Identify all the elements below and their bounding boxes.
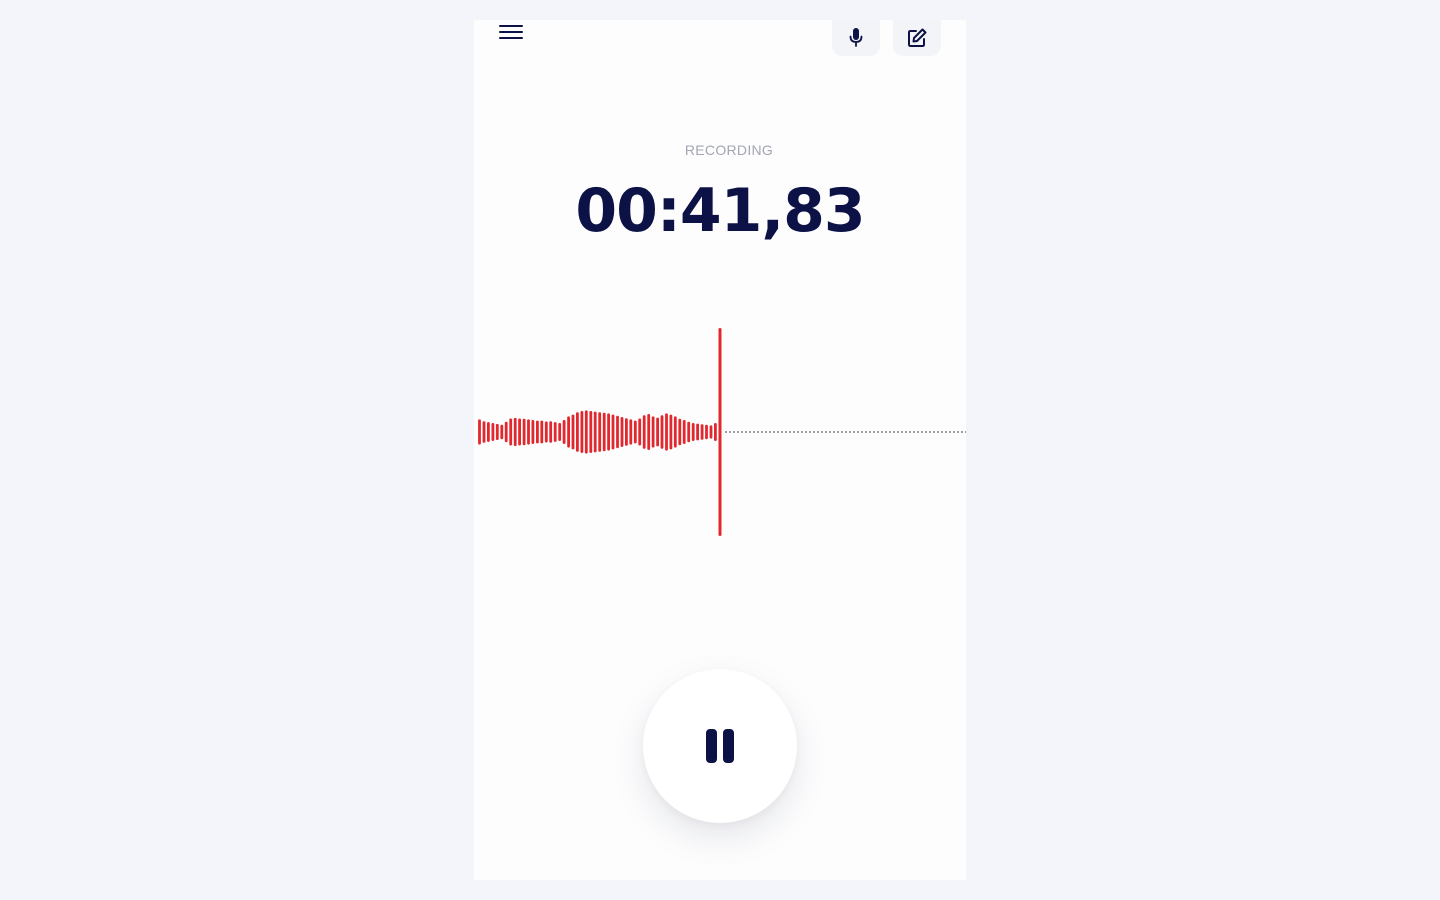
- waveform-bar: [660, 415, 664, 449]
- waveform-bar: [504, 421, 508, 443]
- waveform-bar: [527, 419, 530, 445]
- waveform-bar: [522, 418, 526, 446]
- waveform-bar: [647, 414, 651, 450]
- waveform-bar: [696, 423, 699, 441]
- microphone-button[interactable]: [832, 20, 880, 56]
- microphone-icon: [849, 28, 863, 47]
- waveform-bar: [638, 418, 642, 446]
- waveform-bar: [567, 416, 570, 448]
- waveform-bar: [562, 420, 566, 444]
- waveform-bar: [580, 411, 584, 453]
- waveform-bar: [602, 412, 606, 452]
- waveform-bar: [691, 423, 695, 441]
- waveform-bar: [478, 419, 481, 445]
- waveform-bar: [656, 417, 659, 447]
- waveform-bar: [625, 418, 628, 446]
- waveform-bar: [620, 417, 624, 447]
- waveform-bar: [509, 418, 513, 446]
- waveform-bar: [518, 418, 521, 446]
- hamburger-menu-icon: [499, 25, 523, 39]
- waveform-bar: [611, 414, 615, 450]
- waveform-bar: [616, 415, 619, 449]
- waveform-bar: [651, 416, 655, 448]
- waveform-bar: [549, 421, 553, 443]
- waveform-bar: [633, 420, 637, 444]
- waveform-bar: [553, 422, 557, 442]
- waveform-bar: [687, 421, 691, 443]
- waveform-bar: [682, 420, 686, 444]
- waveform-bar: [487, 422, 490, 442]
- waveform-bar: [678, 418, 682, 446]
- waveform-bar: [642, 415, 646, 449]
- audio-waveform: [478, 328, 966, 536]
- pause-icon: [703, 729, 737, 763]
- waveform-bar: [571, 414, 575, 450]
- waveform-bar: [607, 413, 610, 451]
- edit-button[interactable]: [893, 20, 941, 56]
- waveform-bar: [669, 414, 673, 450]
- waveform-bar: [709, 425, 713, 439]
- waveform-bar: [598, 412, 602, 452]
- pause-button[interactable]: [643, 669, 797, 823]
- waveform-bar: [491, 423, 495, 441]
- waveform-bar: [513, 417, 517, 447]
- waveform-bar: [544, 421, 548, 443]
- edit-note-icon: [908, 28, 927, 47]
- waveform-bar: [665, 413, 668, 451]
- waveform-bar: [495, 423, 499, 441]
- waveform-bar: [700, 424, 704, 440]
- waveform-bar: [531, 420, 535, 444]
- waveform-bar: [589, 411, 593, 453]
- waveform-bar: [705, 424, 708, 440]
- waveform-bar: [714, 423, 717, 441]
- waveform-bar: [576, 412, 579, 452]
- recording-status-label: RECORDING: [684, 142, 774, 158]
- playhead[interactable]: [718, 328, 722, 536]
- waveform-bar: [482, 421, 486, 443]
- menu-button[interactable]: [496, 20, 526, 44]
- waveform-bar: [540, 420, 544, 444]
- recorder-app: RECORDING 00:41,83: [474, 20, 966, 880]
- waveform-bar: [593, 411, 597, 453]
- waveform-bar: [500, 424, 504, 440]
- elapsed-time-display: 00:41,83: [575, 176, 865, 246]
- waveform-bar: [536, 420, 539, 444]
- waveform-bar: [629, 419, 633, 445]
- waveform-bar: [558, 423, 562, 441]
- waveform-bar: [673, 416, 677, 448]
- waveform-bar: [584, 410, 588, 454]
